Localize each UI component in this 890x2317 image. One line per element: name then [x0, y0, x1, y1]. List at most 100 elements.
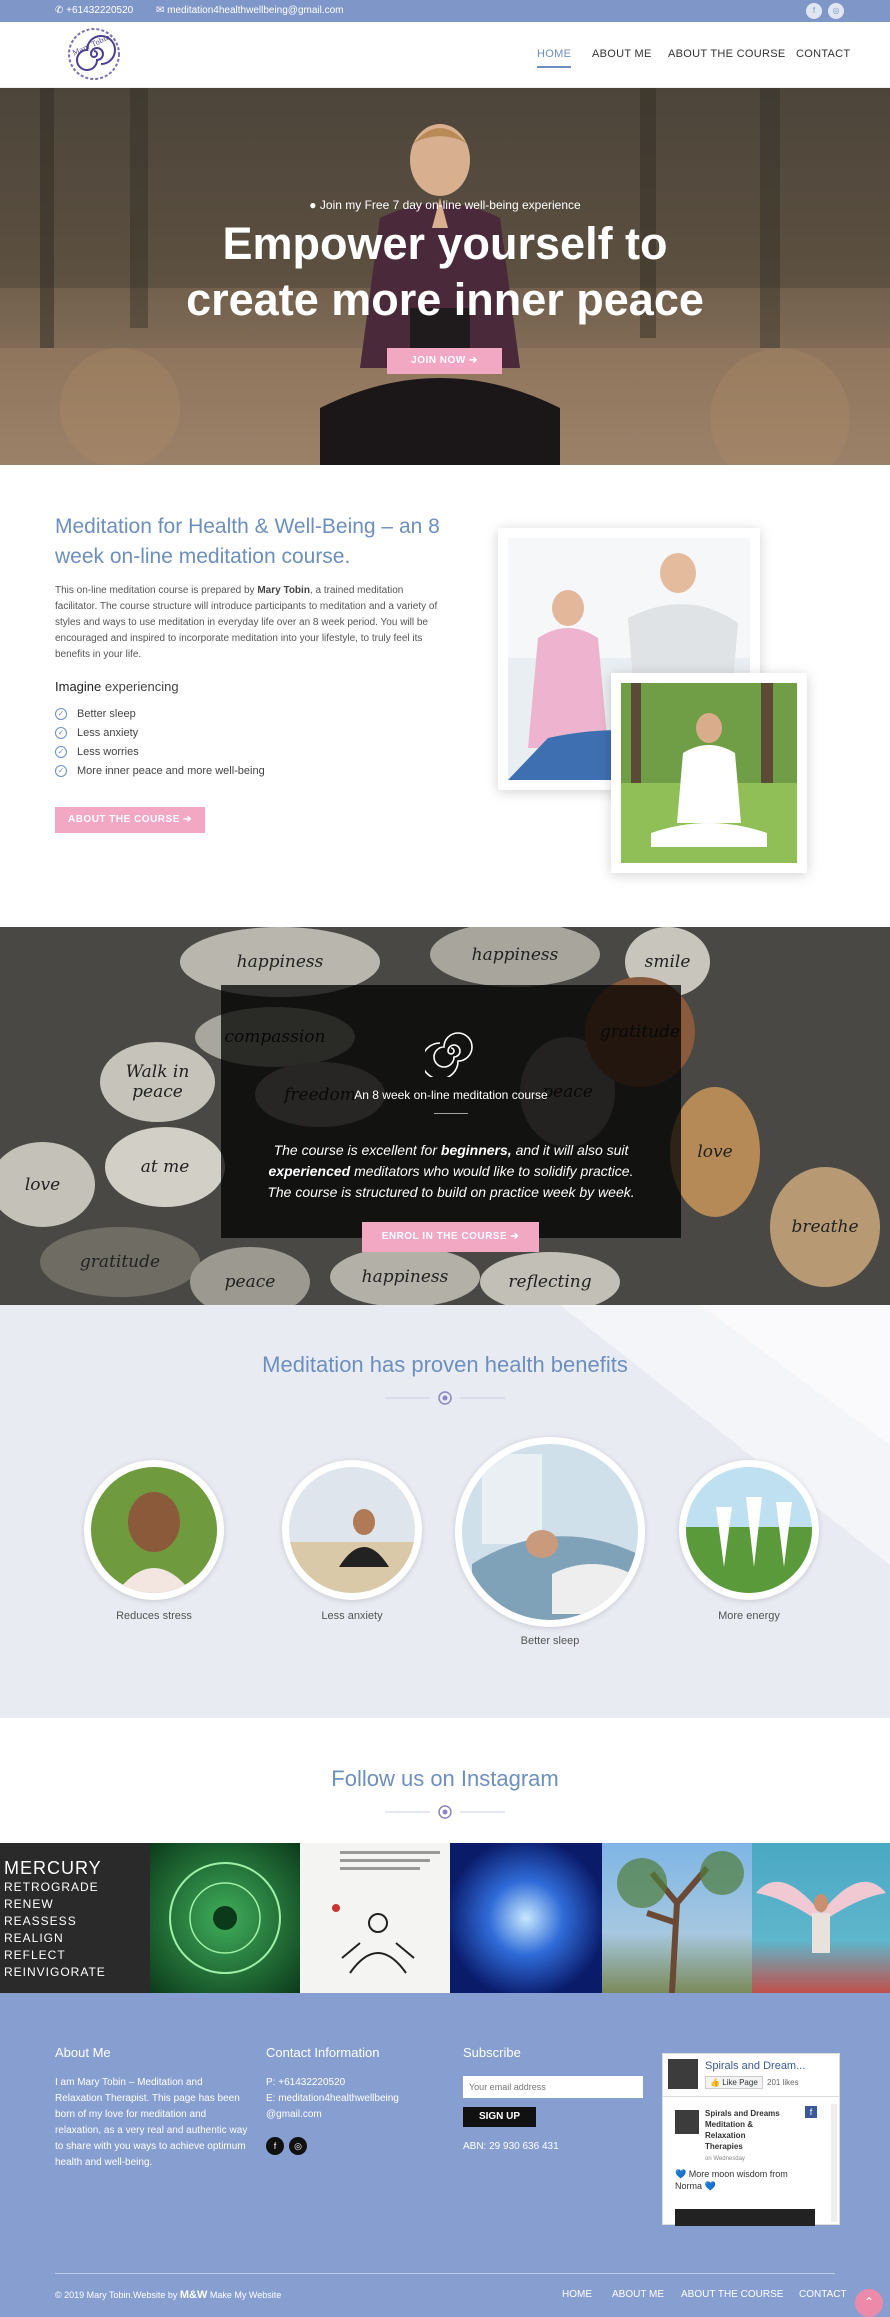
- footer-divider: [55, 2273, 835, 2274]
- hero-subtitle: ● Join my Free 7 day on-line well-being …: [309, 198, 581, 212]
- fb-post-day: on Wednesday: [705, 2156, 745, 2162]
- check-icon: ✓: [55, 746, 67, 759]
- imagine-heading: Imagine experiencing: [55, 679, 179, 694]
- list-item: ✓ Better sleep: [55, 707, 265, 726]
- stone-image: reflecting: [480, 1252, 620, 1305]
- stone-image: happiness: [330, 1247, 480, 1305]
- footer-phone[interactable]: P: +61432220520: [266, 2075, 399, 2091]
- instagram-post[interactable]: [300, 1843, 450, 1993]
- footer-subscribe-heading: Subscribe: [463, 2045, 521, 2060]
- benefit-caption: More energy: [718, 1610, 780, 1622]
- benefit-checklist: ✓ Better sleep ✓ Less anxiety ✓ Less worrie…: [55, 707, 265, 783]
- course-description: This on-line meditation course is prepar…: [55, 585, 438, 660]
- footer-nav-home[interactable]: HOME: [562, 2289, 592, 2300]
- stone-image: love: [670, 1087, 760, 1217]
- list-item: ✓ Less worries: [55, 745, 265, 764]
- nav-about-me[interactable]: ABOUT ME: [592, 48, 652, 60]
- stone-image: happiness: [430, 927, 600, 987]
- facebook-icon[interactable]: f: [806, 3, 822, 19]
- stone-image: at me: [105, 1127, 225, 1207]
- benefits-heading: Meditation has proven health benefits: [262, 1352, 628, 1377]
- email-link[interactable]: ✉ meditation4healthwellbeing@gmail.com: [156, 5, 354, 16]
- fb-like-button[interactable]: 👍 Like Page: [705, 2076, 763, 2089]
- meditation-grass-photo: [611, 673, 807, 873]
- benefit-photo-energy: [679, 1460, 819, 1600]
- footer-email[interactable]: E: meditation4healthwellbeing: [266, 2091, 399, 2107]
- list-item: ✓ Less anxiety: [55, 726, 265, 745]
- fb-post-title[interactable]: Spirals and Dreams Meditation & Relaxati…: [705, 2108, 785, 2152]
- copyright: © 2019 Mary Tobin.Website by M&W Make My…: [55, 2289, 282, 2301]
- mmw-link[interactable]: Make My Website: [210, 2290, 281, 2300]
- hero-subtitle-text: Join my Free 7 day on-line well-being ex…: [319, 198, 581, 212]
- list-item: ✓ More inner peace and more well-being: [55, 764, 265, 783]
- about-course-button[interactable]: ABOUT THE COURSE ➔: [55, 807, 205, 833]
- footer-contact-heading: Contact Information: [266, 2045, 380, 2060]
- nav-home[interactable]: HOME: [537, 48, 572, 68]
- fb-page-avatar: [668, 2059, 698, 2089]
- footer-email-domain[interactable]: @gmail.com: [266, 2107, 399, 2123]
- course-overlay: An 8 week on-line meditation course The …: [221, 985, 681, 1238]
- stone-image: love: [0, 1142, 95, 1227]
- footer-abn: ABN: 29 930 636 431: [463, 2141, 559, 2152]
- facebook-icon: f: [805, 2106, 817, 2118]
- footer-nav-contact[interactable]: CONTACT: [799, 2289, 847, 2300]
- fb-page-name[interactable]: Spirals and Dream...: [705, 2060, 805, 2072]
- site-header: Mary Tobin HOME ABOUT ME ABOUT THE COURS…: [0, 22, 890, 88]
- instagram-heading: Follow us on Instagram: [331, 1766, 559, 1791]
- check-icon: ✓: [55, 765, 67, 778]
- stone-image: peace: [190, 1247, 310, 1305]
- fb-post-text: 💙 More moon wisdom from Norma 💙: [675, 2169, 788, 2191]
- fb-post-avatar: [675, 2110, 699, 2134]
- signup-button[interactable]: SIGN UP: [463, 2107, 536, 2127]
- benefits-section: Meditation has proven health benefits Re…: [0, 1305, 890, 1718]
- hero-banner: ● Join my Free 7 day on-line well-being …: [0, 88, 890, 465]
- instagram-icon[interactable]: ◎: [289, 2137, 307, 2155]
- instagram-post[interactable]: [150, 1843, 300, 1993]
- fb-like-count: 201 likes: [767, 2078, 799, 2087]
- phone-text: +61432220520: [66, 5, 134, 16]
- facebook-icon[interactable]: f: [266, 2137, 284, 2155]
- instagram-post[interactable]: [602, 1843, 752, 1993]
- nav-contact[interactable]: CONTACT: [796, 48, 850, 60]
- check-icon: ✓: [55, 727, 67, 740]
- instagram-post[interactable]: MERCURY RETROGRADE RENEW REASSESS REALIGN RE…: [0, 1843, 150, 1993]
- phone-link[interactable]: ✆ +61432220520: [55, 5, 143, 16]
- fb-post-image: [675, 2209, 815, 2226]
- overlay-divider: [434, 1113, 468, 1114]
- top-bar: ✆ +61432220520 ✉ meditation4healthwellbe…: [0, 0, 890, 22]
- footer-nav-about-me[interactable]: ABOUT ME: [612, 2289, 664, 2300]
- fb-scrollbar[interactable]: [831, 2104, 837, 2222]
- footer-nav-about-course[interactable]: ABOUT THE COURSE: [681, 2289, 783, 2300]
- join-now-button[interactable]: JOIN NOW ➔: [387, 348, 502, 374]
- instagram-icon[interactable]: ◎: [828, 3, 844, 19]
- benefit-photo-stress: [84, 1460, 224, 1600]
- stone-image: gratitude: [40, 1227, 200, 1297]
- spiral-divider-icon: [385, 1805, 505, 1819]
- benefit-photo-sleep: [455, 1437, 645, 1627]
- enrol-course-button[interactable]: ENROL IN THE COURSE ➔: [362, 1222, 539, 1252]
- back-to-top-button[interactable]: ⌃: [855, 2289, 883, 2317]
- author-name: Mary Tobin: [257, 585, 310, 596]
- benefit-caption: Better sleep: [520, 1635, 580, 1647]
- instagram-post[interactable]: [450, 1843, 602, 1993]
- hero-title: Empower yourself to create more inner pe…: [0, 216, 890, 328]
- benefit-caption: Less anxiety: [321, 1610, 383, 1622]
- top-contact: ✆ +61432220520 ✉ meditation4healthwellbe…: [55, 5, 364, 16]
- spiral-icon: [425, 1032, 473, 1077]
- footer-about-text: I am Mary Tobin – Meditation and Relaxat…: [55, 2077, 248, 2168]
- instagram-post[interactable]: [752, 1843, 890, 1993]
- check-icon: ✓: [55, 708, 67, 721]
- nav-about-course[interactable]: ABOUT THE COURSE: [668, 48, 785, 60]
- stone-image: breathe: [770, 1167, 880, 1287]
- stone-image: Walk in peace: [100, 1042, 215, 1122]
- hero-title-line2: create more inner peace: [186, 274, 704, 325]
- site-footer: About Me I am Mary Tobin – Meditation an…: [0, 1993, 890, 2317]
- footer-about-heading: About Me: [55, 2045, 111, 2060]
- course-heading: Meditation for Health & Well-Being – an …: [55, 515, 440, 568]
- benefit-photo-anxiety: [282, 1460, 422, 1600]
- site-logo[interactable]: Mary Tobin: [55, 25, 133, 83]
- facebook-widget[interactable]: Spirals and Dream... 👍 Like Page 201 lik…: [662, 2053, 840, 2226]
- overlay-title: An 8 week on-line meditation course: [354, 1088, 548, 1102]
- subscribe-email-input[interactable]: [463, 2076, 643, 2098]
- footer-contact-info: P: +61432220520 E: meditation4healthwell…: [266, 2075, 399, 2123]
